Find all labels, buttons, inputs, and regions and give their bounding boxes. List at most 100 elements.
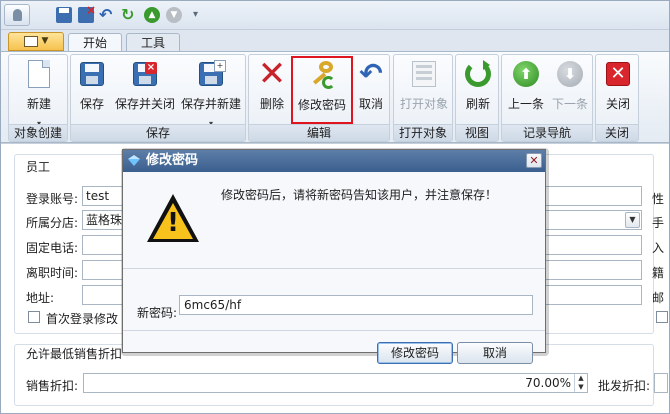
new-password-label: 新密码: bbox=[137, 306, 178, 320]
open-object-button-label: 打开对象 bbox=[399, 97, 448, 111]
save-button-label: 保存 bbox=[79, 97, 104, 111]
down-icon[interactable]: ▼ bbox=[166, 7, 182, 23]
group-open: 打开对象 打开对象 bbox=[393, 54, 453, 142]
dialog-message: 修改密码后，请将新密码告知该用户，并注意保存！ bbox=[221, 188, 498, 202]
ribbon-tab-strip: ▼ 开始 工具 bbox=[0, 30, 670, 52]
dialog-close-button[interactable]: ✕ bbox=[526, 153, 542, 168]
group-label-nav: 记录导航 bbox=[502, 124, 592, 141]
close-button[interactable]: ✕ 关闭 bbox=[600, 59, 636, 121]
change-password-button-label: 修改密码 bbox=[297, 98, 346, 112]
dialog-cancel-button[interactable]: 取消 bbox=[457, 342, 533, 364]
group-label-view: 视图 bbox=[456, 124, 498, 141]
new-password-input[interactable]: 6mc65/hf bbox=[179, 295, 533, 315]
save-new-button-label: 保存并新建 bbox=[180, 97, 241, 111]
save-close-button[interactable]: × 保存并关闭 bbox=[113, 59, 177, 121]
branch-label: 所属分店: bbox=[26, 216, 79, 230]
refresh-icon[interactable]: ↻ bbox=[121, 7, 137, 23]
sales-discount-value: 70.00% bbox=[525, 376, 571, 390]
first-login-label: 首次登录修改 bbox=[46, 312, 119, 326]
up-icon[interactable]: ▲ bbox=[144, 7, 160, 23]
save-button[interactable]: 保存 bbox=[75, 59, 109, 121]
right-checkbox[interactable] bbox=[656, 311, 668, 323]
wholesale-discount-label: 批发折扣: bbox=[598, 379, 651, 393]
chevron-down-icon[interactable]: ▼ bbox=[625, 212, 640, 228]
cancel-button[interactable]: ↶ 取消 bbox=[355, 59, 387, 121]
menu-icon bbox=[23, 36, 38, 47]
sales-discount-label: 销售折扣: bbox=[26, 379, 79, 393]
branch-select-value: 蓝格珠 bbox=[86, 213, 123, 227]
form-icon bbox=[412, 61, 436, 87]
refresh-button[interactable]: 刷新 bbox=[460, 59, 496, 121]
gender-label: 性 bbox=[652, 192, 665, 206]
close-button-label: 关闭 bbox=[605, 97, 630, 111]
tab-home[interactable]: 开始 bbox=[68, 33, 122, 52]
dialog-ok-button[interactable]: 修改密码 bbox=[377, 342, 453, 364]
cancel-button-label: 取消 bbox=[358, 97, 383, 111]
sales-discount-input[interactable]: 70.00% ▲ ▼ bbox=[83, 373, 588, 393]
save-icon[interactable] bbox=[56, 7, 72, 23]
open-object-button[interactable]: 打开对象 bbox=[398, 59, 450, 121]
address-label: 地址: bbox=[26, 291, 55, 305]
origin-label: 籍 bbox=[652, 266, 665, 280]
group-nav: ⬆ 上一条 ⬇ 下一条 记录导航 bbox=[501, 54, 593, 142]
undo-icon: ↶ bbox=[359, 57, 383, 90]
dialog-divider-bottom bbox=[123, 330, 545, 331]
quick-access-toolbar: ↶ ↻ ▲ ▼ ▾ bbox=[0, 0, 670, 30]
join-label: 入 bbox=[652, 241, 665, 255]
new-button-label: 新建 bbox=[26, 97, 51, 111]
spinner-icon[interactable]: ▲ ▼ bbox=[574, 374, 587, 392]
email-label: 邮 bbox=[652, 291, 665, 305]
save-new-icon: + bbox=[199, 60, 226, 86]
delete-button[interactable]: ✕ 删除 bbox=[253, 54, 291, 121]
dialog-divider bbox=[123, 268, 545, 269]
prev-record-button[interactable]: ⬆ 上一条 bbox=[506, 59, 546, 121]
diamond-icon bbox=[128, 155, 141, 166]
discount-section-title: 允许最低销售折扣 bbox=[26, 347, 123, 361]
save-new-button[interactable]: + 保存并新建 ▾ bbox=[179, 59, 243, 128]
group-edit: ✕ 删除 修改密码 ↶ 取消 编辑 bbox=[248, 54, 390, 142]
wholesale-discount-input[interactable] bbox=[654, 373, 668, 393]
first-login-checkbox[interactable] bbox=[28, 311, 40, 323]
undo-icon[interactable]: ↶ bbox=[99, 7, 115, 23]
group-label-close: 关闭 bbox=[596, 124, 638, 141]
dialog-title: 修改密码 bbox=[146, 153, 199, 168]
delete-button-label: 删除 bbox=[259, 97, 284, 111]
group-label-open: 打开对象 bbox=[394, 124, 452, 141]
chevron-down-icon: ▼ bbox=[41, 36, 49, 46]
change-password-button[interactable]: 修改密码 bbox=[291, 56, 353, 124]
delete-icon: ✕ bbox=[257, 54, 287, 94]
close-icon: ✕ bbox=[606, 62, 630, 86]
leave-date-label: 离职时间: bbox=[26, 266, 79, 280]
employee-section-title: 员工 bbox=[26, 160, 51, 174]
delete-icon[interactable] bbox=[78, 3, 96, 23]
more-icon[interactable]: ▾ bbox=[193, 7, 209, 23]
arrow-down-icon: ⬇ bbox=[557, 61, 583, 87]
phone-label: 固定电话: bbox=[26, 241, 79, 255]
new-document-icon bbox=[28, 60, 50, 88]
save-close-button-label: 保存并关闭 bbox=[114, 97, 175, 111]
group-view: 刷新 视图 bbox=[455, 54, 499, 142]
group-label-create: 对象创建 bbox=[9, 124, 67, 141]
mobile-label: 手 bbox=[652, 216, 665, 230]
next-record-button-label: 下一条 bbox=[551, 97, 588, 111]
save-close-icon: × bbox=[133, 62, 157, 86]
tab-tools[interactable]: 工具 bbox=[126, 33, 180, 52]
arrow-up-icon: ⬆ bbox=[513, 61, 539, 87]
application-menu-button[interactable]: ▼ bbox=[8, 32, 64, 51]
ribbon: 新建 ▾ 对象创建 保存 × 保存并关闭 + 保存并新建 ▾ 保存 ✕ 删除 修… bbox=[0, 51, 670, 143]
prev-record-button-label: 上一条 bbox=[507, 97, 544, 111]
new-button[interactable]: 新建 ▾ bbox=[15, 59, 63, 128]
group-save: 保存 × 保存并关闭 + 保存并新建 ▾ 保存 bbox=[70, 54, 246, 142]
next-record-button[interactable]: ⬇ 下一条 bbox=[550, 59, 590, 121]
group-label-save: 保存 bbox=[71, 124, 245, 141]
dialog-title-bar[interactable]: 修改密码 ✕ bbox=[123, 150, 545, 172]
warning-icon: ! bbox=[147, 194, 199, 244]
login-label: 登录账号: bbox=[26, 192, 79, 206]
refresh-icon bbox=[465, 60, 491, 87]
group-label-edit: 编辑 bbox=[249, 124, 389, 141]
user-icon[interactable] bbox=[4, 4, 30, 26]
change-password-dialog: 修改密码 ✕ ! 修改密码后，请将新密码告知该用户，并注意保存！ 新密码: 6m… bbox=[122, 149, 546, 364]
group-close: ✕ 关闭 关闭 bbox=[595, 54, 639, 142]
save-icon bbox=[80, 62, 104, 86]
dialog-body: ! 修改密码后，请将新密码告知该用户，并注意保存！ 新密码: 6mc65/hf … bbox=[123, 172, 545, 364]
